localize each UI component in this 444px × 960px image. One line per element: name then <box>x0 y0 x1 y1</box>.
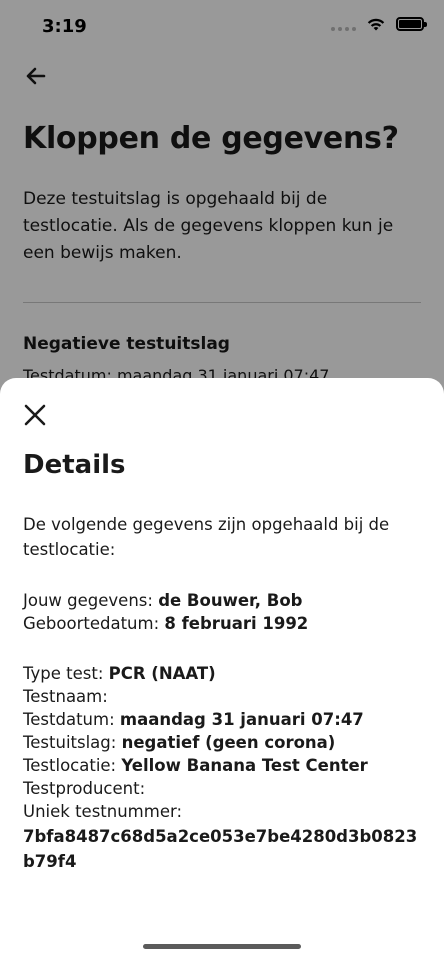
detail-row-test-date: Testdatum: maandag 31 januari 07:47 <box>23 710 364 729</box>
details-sheet: Details De volgende gegevens zijn opgeha… <box>0 378 444 960</box>
detail-row-test-type: Type test: PCR (NAAT) <box>23 664 216 683</box>
detail-row-birthdate: Geboortedatum: 8 februari 1992 <box>23 614 309 633</box>
sheet-intro: De volgende gegevens zijn opgehaald bij … <box>23 515 390 559</box>
personal-details: Jouw gegevens: de Bouwer, Bob Geboorteda… <box>23 589 423 635</box>
detail-row-test-producer: Testproducent: <box>23 779 146 798</box>
test-details: Type test: PCR (NAAT) Testnaam: Testdatu… <box>23 662 423 874</box>
detail-row-test-location: Testlocatie: Yellow Banana Test Center <box>23 756 368 775</box>
close-icon[interactable] <box>22 402 48 428</box>
detail-row-name: Jouw gegevens: de Bouwer, Bob <box>23 591 303 610</box>
detail-row-test-result: Testuitslag: negatief (geen corona) <box>23 733 336 752</box>
home-indicator[interactable] <box>143 944 301 949</box>
test-number-value: 7bfa8487c68d5a2ce053e7be4280d3b0823b79f4 <box>23 827 418 871</box>
detail-row-test-name: Testnaam: <box>23 687 108 706</box>
detail-row-test-number-label: Uniek testnummer: <box>23 802 183 821</box>
sheet-title: Details <box>23 450 126 480</box>
